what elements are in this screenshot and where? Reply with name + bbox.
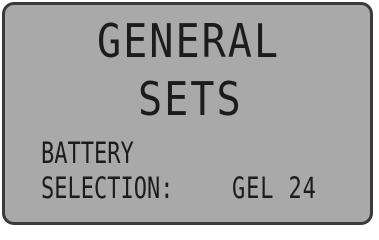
battery-setting-label-line2: SELECTION: [41,170,174,205]
battery-selection-value: GEL 24 [232,170,317,205]
screen-title-line2: SETS [138,72,243,127]
lcd-display-screen: GENERAL SETS BATTERY SELECTION: GEL 24 [2,2,373,225]
screen-title-line1: GENERAL [97,14,281,69]
battery-setting-label-line1: BATTERY [41,135,134,170]
